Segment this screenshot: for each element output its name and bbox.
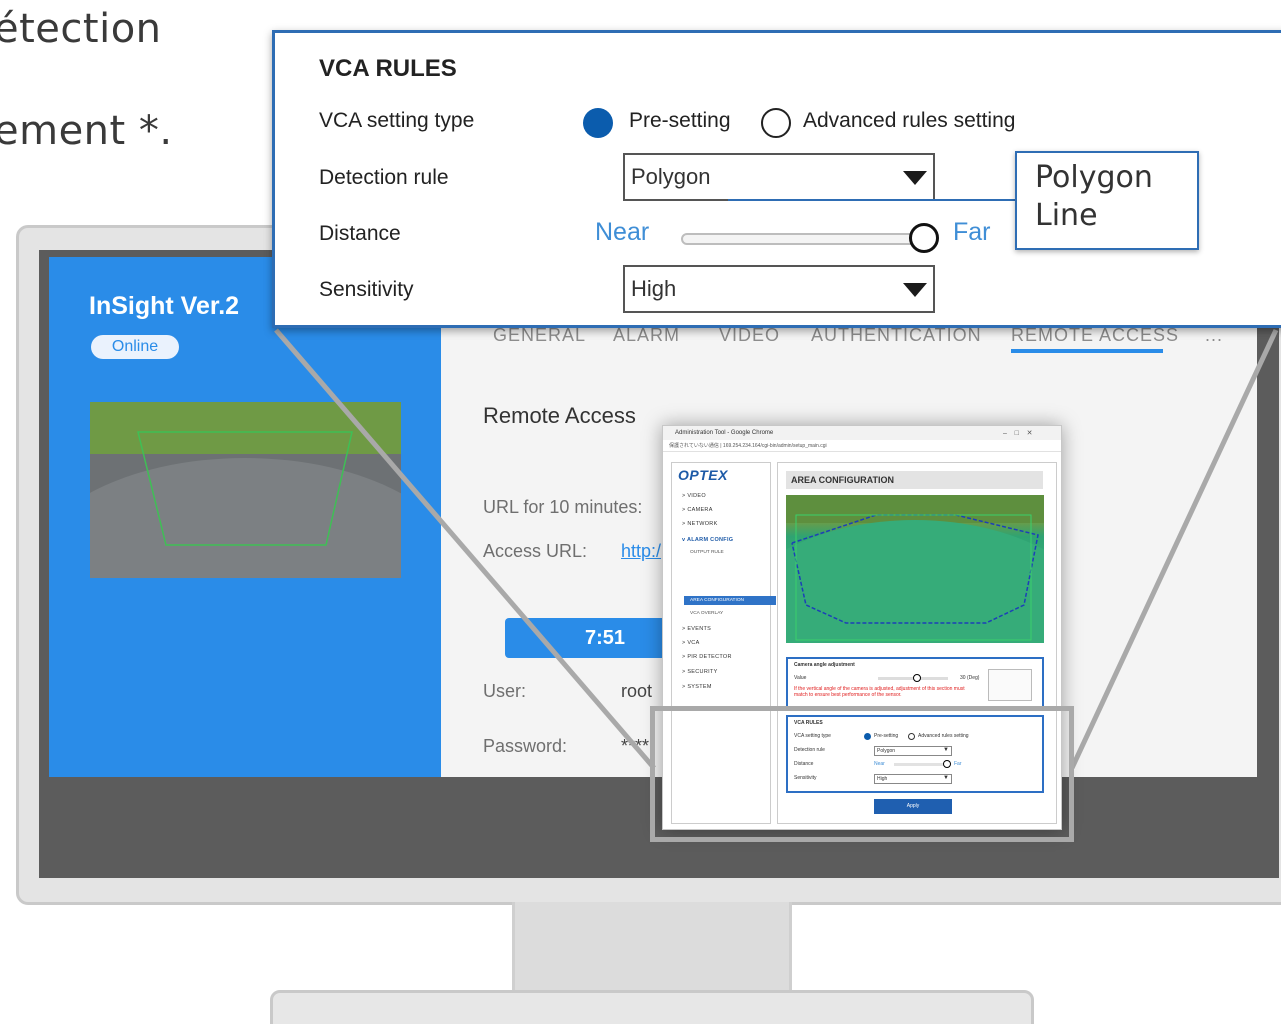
deg-label: 30 (Deg) (960, 675, 980, 681)
vca-rules-title: VCA RULES (319, 55, 457, 82)
detection-rule-value: Polygon (631, 164, 711, 189)
area-camera-image[interactable] (786, 495, 1044, 643)
option-polygon[interactable]: Polygon (1035, 159, 1197, 197)
nav-item-output-rule[interactable]: OUTPUT RULE (690, 550, 724, 555)
stage: étection ement *. InSight Ver.2 Online G… (0, 0, 1281, 1024)
value-label: Value (794, 675, 807, 681)
radio-advanced[interactable] (761, 108, 791, 138)
window-controls-icon[interactable]: – □ ✕ (1003, 429, 1033, 437)
distance-label: Distance (319, 222, 401, 245)
camera-angle-box: Camera angle adjustment Value 30 (Deg) I… (786, 657, 1044, 709)
dropdown-arrow-icon (903, 283, 927, 297)
angle-slider-knob[interactable] (913, 674, 921, 682)
detection-rule-label: Detection rule (319, 166, 449, 189)
nav-item-security[interactable]: > SECURITY (682, 669, 718, 675)
presetting-label: Pre-setting (629, 109, 731, 132)
radio-presetting[interactable] (583, 108, 613, 138)
nav-item-events[interactable]: > EVENTS (682, 626, 711, 632)
nav-item-video[interactable]: > VIDEO (682, 493, 706, 499)
browser-address-bar[interactable]: 保護されていない通信 | 169.254.234.164/cgi-bin/adm… (663, 440, 1061, 452)
area-configuration-title: AREA CONFIGURATION (786, 471, 1043, 489)
nav-item-area-configuration[interactable]: AREA CONFIGURATION (690, 598, 744, 603)
vca-setting-type-label: VCA setting type (319, 109, 475, 132)
dropdown-arrow-icon (903, 171, 927, 185)
tooltip-connector (728, 199, 1015, 201)
optex-logo: OPTEX (678, 467, 728, 483)
nav-item-alarm-config[interactable]: v ALARM CONFIG (682, 537, 733, 543)
advanced-rules-label: Advanced rules setting (803, 109, 1016, 132)
far-label: Far (953, 218, 991, 246)
nav-item-vca[interactable]: > VCA (682, 640, 700, 646)
nav-item-pir-detector[interactable]: > PIR DETECTOR (682, 654, 732, 660)
nav-item-system[interactable]: > SYSTEM (682, 684, 712, 690)
detection-rule-options-callout: Polygon Line (1015, 151, 1199, 250)
near-label: Near (595, 218, 650, 246)
option-line[interactable]: Line (1035, 197, 1197, 235)
sensitivity-value: High (631, 276, 677, 301)
warning-text: If the vertical angle of the camera is a… (794, 686, 965, 698)
browser-title-bar: Administration Tool - Google Chrome (663, 426, 1061, 440)
detection-rule-dropdown[interactable]: Polygon (623, 153, 935, 201)
zoom-highlight-frame (650, 706, 1074, 842)
camera-angle-title: Camera angle adjustment (794, 662, 855, 668)
sensitivity-dropdown[interactable]: High (623, 265, 935, 313)
camera-angle-illustration (988, 669, 1032, 701)
area-image-graphic (786, 495, 1044, 643)
nav-item-network[interactable]: > NETWORK (682, 521, 718, 527)
sensitivity-label: Sensitivity (319, 278, 414, 301)
nav-item-vca-overlay[interactable]: VCA OVERLAY (690, 611, 723, 616)
distance-slider-track[interactable] (681, 233, 925, 245)
distance-slider-knob[interactable] (909, 223, 939, 253)
nav-item-camera[interactable]: > CAMERA (682, 507, 713, 513)
